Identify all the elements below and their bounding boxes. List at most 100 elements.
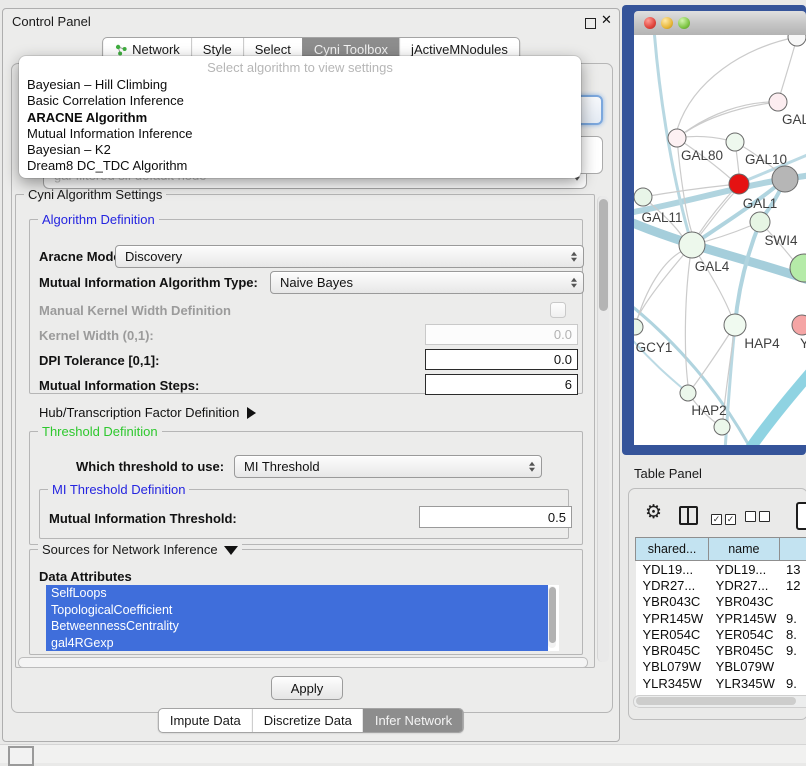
network-node[interactable] xyxy=(788,35,806,46)
table-cell[interactable] xyxy=(779,594,806,610)
network-canvas[interactable]: GALGAL80GAL10GAL1GAL11SWI4GAL4GCY1HAP4YH… xyxy=(634,35,806,445)
table-row[interactable]: YER054CYER054C8. xyxy=(636,626,806,642)
settings-vertical-scrollbar[interactable] xyxy=(597,196,609,662)
table-cell[interactable]: YBL079W xyxy=(709,659,779,675)
table-cell[interactable]: YBR043C xyxy=(636,594,709,610)
algorithm-popup-item[interactable]: Bayesian – Hill Climbing xyxy=(19,77,581,93)
network-edge[interactable] xyxy=(747,371,806,445)
kernel-width-field[interactable]: 0.0 xyxy=(425,324,578,345)
table-cell[interactable]: YBR043C xyxy=(709,594,779,610)
table-cell[interactable]: YBL079W xyxy=(636,659,709,675)
dpi-tolerance-field[interactable]: 0.0 xyxy=(425,349,578,370)
table-panel-title: Table Panel xyxy=(634,466,702,481)
apply-button[interactable]: Apply xyxy=(271,676,343,700)
network-node[interactable] xyxy=(634,319,643,335)
algorithm-popup-item[interactable]: Mutual Information Inference xyxy=(19,126,581,142)
data-attributes-label: Data Attributes xyxy=(39,569,132,584)
mi-algorithm-type-combo[interactable]: Naive Bayes xyxy=(270,271,584,294)
table-cell[interactable]: YDR27... xyxy=(709,577,779,593)
table-row[interactable]: YBL079WYBL079W xyxy=(636,659,806,675)
network-canvas-svg: GALGAL80GAL10GAL1GAL11SWI4GAL4GCY1HAP4YH… xyxy=(634,35,806,445)
table-row[interactable]: YBR045CYBR045C9. xyxy=(636,642,806,658)
table-cell[interactable]: 9. xyxy=(779,610,806,626)
table-cell[interactable]: YPR145W xyxy=(709,610,779,626)
table-cell[interactable]: YPR145W xyxy=(636,610,709,626)
mi-threshold-field[interactable]: 0.5 xyxy=(419,506,572,528)
table-cell[interactable]: YLR345W xyxy=(636,675,709,691)
close-icon[interactable]: ✕ xyxy=(601,12,612,28)
table-cell[interactable]: YDL19... xyxy=(636,561,709,578)
column-header-name[interactable]: name xyxy=(709,538,779,561)
table-cell[interactable]: 9. xyxy=(779,675,806,691)
table-cell[interactable]: YBR045C xyxy=(636,642,709,658)
network-edge[interactable] xyxy=(778,37,797,102)
select-all-columns-icon[interactable]: ✓✓ xyxy=(711,510,739,525)
table-cell[interactable]: YDL19... xyxy=(709,561,779,578)
table-cell[interactable]: 13 xyxy=(779,561,806,578)
table-cell[interactable]: 8. xyxy=(779,626,806,642)
algorithm-popup-item[interactable]: ARACNE Algorithm xyxy=(19,110,581,126)
network-node[interactable] xyxy=(634,188,652,206)
table-row[interactable]: YLR345WYLR345W9. xyxy=(636,675,806,691)
tab-discretize-data[interactable]: Discretize Data xyxy=(252,709,363,732)
network-node[interactable] xyxy=(668,129,686,147)
network-node[interactable] xyxy=(729,174,749,194)
data-attribute-item[interactable]: TopologicalCoefficient xyxy=(46,602,548,619)
algorithm-popup-item[interactable]: Dream8 DC_TDC Algorithm xyxy=(19,158,581,174)
column-header-clipped[interactable] xyxy=(779,538,806,561)
table-horizontal-scrollbar[interactable] xyxy=(633,695,806,708)
table-cell[interactable]: YDR27... xyxy=(636,577,709,593)
network-node[interactable] xyxy=(680,385,696,401)
table-cell[interactable]: YER054C xyxy=(636,626,709,642)
column-layout-icon[interactable] xyxy=(679,506,698,525)
column-header-shared-name[interactable]: shared... xyxy=(636,538,709,561)
algorithm-popup-item[interactable]: Bayesian – K2 xyxy=(19,142,581,158)
zoom-traffic-light-icon[interactable] xyxy=(678,17,690,29)
network-node[interactable] xyxy=(772,166,798,192)
float-window-icon[interactable] xyxy=(585,18,596,29)
table-row[interactable]: YDL19...YDL19...13 xyxy=(636,561,806,578)
which-threshold-combo[interactable]: MI Threshold xyxy=(234,455,542,478)
hub-definition-expander[interactable]: Hub/Transcription Factor Definition xyxy=(39,405,256,420)
network-node[interactable] xyxy=(679,232,705,258)
network-node[interactable] xyxy=(750,212,770,232)
network-view-window: GALGAL80GAL10GAL1GAL11SWI4GAL4GCY1HAP4YH… xyxy=(622,5,806,455)
data-attribute-item[interactable]: SelfLoops xyxy=(46,585,548,602)
network-node[interactable] xyxy=(714,419,730,435)
close-traffic-light-icon[interactable] xyxy=(644,17,656,29)
network-node[interactable] xyxy=(792,315,806,335)
tab-impute-data[interactable]: Impute Data xyxy=(159,709,252,732)
network-node[interactable] xyxy=(724,314,746,336)
data-attribute-item[interactable]: BetweennessCentrality xyxy=(46,618,548,635)
table-cell[interactable]: YER054C xyxy=(709,626,779,642)
table-row[interactable]: YBR043CYBR043C xyxy=(636,594,806,610)
table-cell[interactable]: YLR345W xyxy=(709,675,779,691)
gear-icon[interactable]: ⚙ xyxy=(645,501,662,524)
table-cell[interactable]: YBR045C xyxy=(709,642,779,658)
attributes-list-scrollbar[interactable] xyxy=(548,586,556,648)
minimize-traffic-light-icon[interactable] xyxy=(661,17,673,29)
table-cell[interactable] xyxy=(779,659,806,675)
tab-infer-network[interactable]: Infer Network xyxy=(363,709,463,732)
network-edge[interactable] xyxy=(637,245,692,319)
manual-kernel-width-checkbox[interactable] xyxy=(550,302,566,318)
network-node[interactable] xyxy=(726,133,744,151)
deselect-all-columns-icon[interactable] xyxy=(745,510,773,525)
table-cell[interactable]: 9. xyxy=(779,642,806,658)
network-edge[interactable] xyxy=(677,37,797,130)
sources-group-title[interactable]: Sources for Network Inference xyxy=(38,542,242,557)
network-edge[interactable] xyxy=(677,102,778,138)
table-cell[interactable]: 12 xyxy=(779,577,806,593)
table-row[interactable]: YPR145WYPR145W9. xyxy=(636,610,806,626)
data-attribute-item[interactable]: gal4RGexp xyxy=(46,635,548,652)
mi-steps-field[interactable]: 6 xyxy=(425,374,578,395)
settings-horizontal-scrollbar[interactable] xyxy=(17,657,591,667)
network-edge[interactable] xyxy=(686,102,778,132)
network-window-titlebar[interactable] xyxy=(634,11,806,36)
panel-grip[interactable] xyxy=(8,746,34,766)
algorithm-popup-item[interactable]: Basic Correlation Inference xyxy=(19,93,581,109)
network-node[interactable] xyxy=(769,93,787,111)
new-table-icon[interactable] xyxy=(796,502,806,530)
aracne-mode-combo[interactable]: Discovery xyxy=(115,245,584,268)
table-row[interactable]: YDR27...YDR27...12 xyxy=(636,577,806,593)
